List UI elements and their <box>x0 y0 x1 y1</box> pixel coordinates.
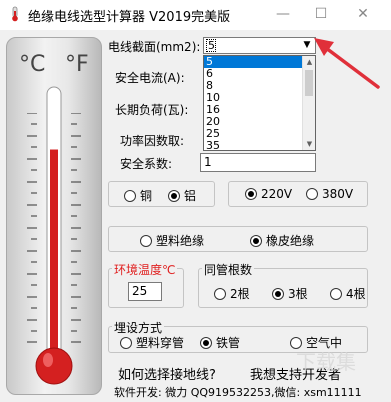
ambient-temp-label: 环境温度℃ <box>112 261 178 278</box>
plastic-pipe-radio-dot[interactable] <box>120 336 132 349</box>
safety-factor-label: 安全系数: <box>120 157 173 171</box>
plastic-insulation-label: 塑料绝缘 <box>156 234 205 248</box>
dropdown-option[interactable]: 25 <box>204 128 315 140</box>
copper-radio-dot[interactable] <box>124 189 136 202</box>
watermark: 下载集 <box>296 350 356 374</box>
voltage-380-radio-dot[interactable] <box>306 188 318 200</box>
iron-pipe-radio-dot[interactable] <box>200 336 212 349</box>
voltage-220-radio-dot[interactable] <box>245 188 257 200</box>
voltage-380-label: 380V <box>322 187 354 201</box>
iron-pipe-label: 铁管 <box>216 336 241 350</box>
iron-pipe-radio[interactable]: 铁管 <box>200 334 240 351</box>
dropdown-option[interactable]: 5 <box>204 56 315 68</box>
maximize-button[interactable]: ☐ <box>310 4 332 24</box>
plastic-insulation-radio-dot[interactable] <box>140 234 152 247</box>
aluminum-radio[interactable]: 铝 <box>168 187 196 204</box>
dropdown-option[interactable]: 10 <box>204 92 315 104</box>
ground-wire-link[interactable]: 如何选择接地线? <box>118 364 216 383</box>
dropdown-option[interactable]: 35 <box>204 140 315 151</box>
conduit-3-radio-dot[interactable] <box>272 287 284 300</box>
scroll-down-icon[interactable]: ▼ <box>303 138 315 150</box>
plastic-pipe-label: 塑料穿管 <box>136 336 185 350</box>
aluminum-label: 铝 <box>184 189 197 203</box>
safe-current-label: 安全电流(A): <box>115 71 185 85</box>
conduit-count-label: 同管根数 <box>202 261 255 278</box>
plastic-insulation-radio[interactable]: 塑料绝缘 <box>140 232 204 249</box>
close-button[interactable]: ✕ <box>352 4 374 24</box>
dropdown-option[interactable]: 20 <box>204 116 315 128</box>
thermometer-app-icon <box>12 6 18 22</box>
conduit-3-radio[interactable]: 3根 <box>272 285 308 302</box>
thermometer-graphic: °C °F <box>6 37 102 395</box>
ambient-temp-input[interactable]: 25 <box>128 282 162 301</box>
cross-section-value: 5 <box>206 39 216 52</box>
dropdown-option[interactable]: 8 <box>204 80 315 92</box>
conduit-4-radio-dot[interactable] <box>330 287 342 300</box>
copper-label: 铜 <box>140 189 153 203</box>
voltage-220-radio[interactable]: 220V <box>245 187 292 201</box>
conduit-2-radio[interactable]: 2根 <box>214 285 250 302</box>
aluminum-radio-dot[interactable] <box>168 189 180 202</box>
window-title: 绝缘电线选型计算器 V2019完美版 <box>28 10 231 25</box>
long-term-load-label: 长期负荷(瓦): <box>115 103 189 117</box>
conduit-2-radio-dot[interactable] <box>214 287 226 300</box>
annotation-arrow-icon <box>314 38 380 89</box>
plastic-pipe-radio[interactable]: 塑料穿管 <box>120 334 184 351</box>
celsius-label: °C <box>19 52 46 77</box>
fahrenheit-label: °F <box>65 52 89 77</box>
minimize-button[interactable]: — <box>272 4 294 24</box>
safety-factor-input[interactable]: 1 <box>200 153 316 172</box>
conduit-4-radio[interactable]: 4根 <box>330 285 366 302</box>
conduit-4-label: 4根 <box>346 287 366 301</box>
voltage-380-radio[interactable]: 380V <box>306 187 353 201</box>
power-factor-label: 功率因数取: <box>120 134 185 148</box>
title-bar: 绝缘电线选型计算器 V2019完美版 — ☐ ✕ <box>0 0 391 30</box>
cross-section-label: 电线截面(mm2): <box>108 40 201 54</box>
developer-info: 软件开发: 微力 QQ919532253,微信: xsm11111 <box>114 386 362 399</box>
voltage-220-label: 220V <box>261 187 293 201</box>
copper-radio[interactable]: 铜 <box>124 187 152 204</box>
rubber-insulation-radio-dot[interactable] <box>250 234 262 247</box>
rubber-insulation-label: 橡皮绝缘 <box>266 234 315 248</box>
rubber-insulation-radio[interactable]: 橡皮绝缘 <box>250 232 314 249</box>
dropdown-option[interactable]: 16 <box>204 104 315 116</box>
conduit-3-label: 3根 <box>288 287 308 301</box>
mercury-tube <box>35 86 73 385</box>
conduit-2-label: 2根 <box>230 287 250 301</box>
mercury-column <box>50 149 58 357</box>
dropdown-option[interactable]: 6 <box>204 68 315 80</box>
